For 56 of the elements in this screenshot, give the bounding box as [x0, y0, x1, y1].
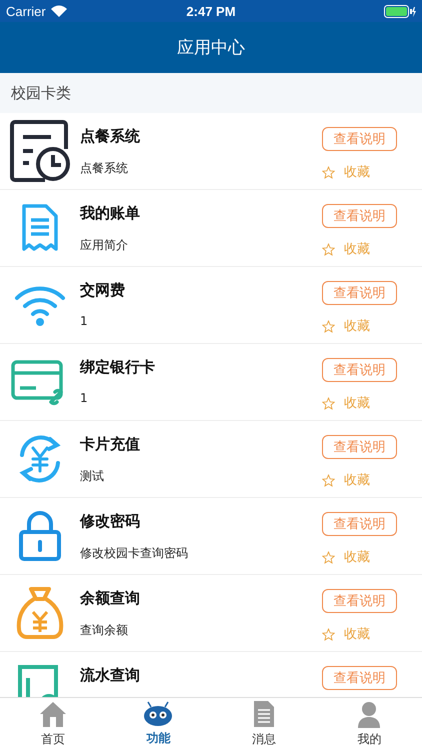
battery-icon	[384, 4, 416, 18]
star-icon[interactable]	[322, 166, 335, 178]
document-icon	[252, 700, 275, 728]
app-description: 1	[80, 314, 89, 328]
page-title: 应用中心	[177, 37, 245, 59]
star-icon[interactable]	[322, 320, 335, 332]
view-instructions-button[interactable]: 查看说明	[322, 666, 397, 690]
star-icon[interactable]	[322, 474, 335, 486]
receipt-icon	[20, 203, 60, 253]
view-instructions-button[interactable]: 查看说明	[322, 204, 397, 228]
view-instructions-button[interactable]: 查看说明	[322, 358, 397, 382]
carrier-label: Carrier	[6, 4, 46, 18]
star-icon[interactable]	[322, 628, 335, 640]
app-title: 修改密码	[80, 512, 141, 531]
app-description: 查询余额	[80, 622, 129, 639]
favorite-label[interactable]: 收藏	[344, 394, 370, 412]
wifi-signal-icon	[50, 5, 67, 17]
app-title: 我的账单	[80, 204, 141, 223]
favorite-label[interactable]: 收藏	[344, 317, 370, 335]
view-instructions-button[interactable]: 查看说明	[322, 127, 397, 151]
order-clock-icon	[9, 120, 71, 182]
app-title: 卡片充值	[80, 435, 141, 454]
tab-item[interactable]: 消息	[211, 698, 316, 750]
money-bag-icon	[15, 585, 65, 641]
tab-item[interactable]: 功能	[106, 698, 211, 750]
view-instructions-button[interactable]: 查看说明	[322, 589, 397, 613]
house-icon	[38, 700, 67, 728]
star-icon[interactable]	[322, 242, 335, 256]
app-title: 点餐系统	[80, 127, 141, 146]
view-instructions-button[interactable]: 查看说明	[322, 281, 397, 305]
favorite-label[interactable]: 收藏	[344, 471, 370, 489]
padlock-icon	[18, 510, 62, 562]
app-title: 绑定银行卡	[80, 358, 156, 377]
favorite-label[interactable]: 收藏	[344, 240, 370, 258]
app-title: 余额查询	[80, 589, 141, 608]
app-description: 修改校园卡查询密码	[80, 545, 189, 562]
status-time: 2:47 PM	[186, 4, 236, 18]
favorite-label[interactable]: 收藏	[344, 163, 370, 181]
tab-item[interactable]: 我的	[316, 698, 422, 750]
star-icon[interactable]	[322, 550, 335, 564]
app-title: 流水查询	[80, 666, 141, 685]
app-description: 应用简介	[80, 237, 129, 254]
robot-icon	[143, 701, 174, 727]
star-icon[interactable]	[322, 396, 335, 410]
tab-item[interactable]: 首页	[0, 698, 106, 750]
app-description: 1	[80, 391, 89, 405]
favorite-label[interactable]: 收藏	[344, 548, 370, 566]
view-instructions-button[interactable]: 查看说明	[322, 435, 397, 459]
app-description: 点餐系统	[80, 160, 129, 177]
app-title: 交网费	[80, 281, 126, 300]
person-icon	[357, 700, 382, 728]
view-instructions-button[interactable]: 查看说明	[322, 512, 397, 536]
section-title: 校园卡类	[11, 84, 71, 102]
app-description: 测试	[80, 468, 105, 485]
wifi-icon	[14, 284, 66, 326]
favorite-label[interactable]: 收藏	[344, 625, 370, 643]
